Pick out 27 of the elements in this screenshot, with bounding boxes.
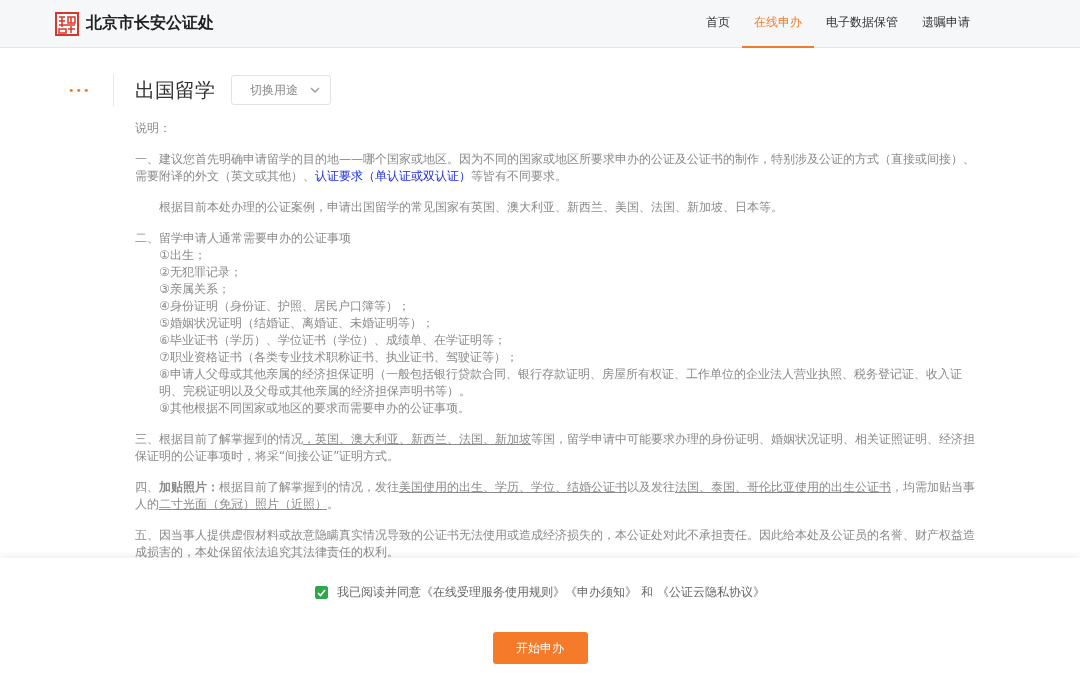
page-title: 出国留学 (135, 76, 215, 104)
list-item: ⑨其他根据不同国家或地区的要求而需要申办的公证事项。 (158, 400, 471, 417)
note-paragraph: 根据目前本处办理的公证案例，申请出国留学的常见国家有英国、澳大利亚、新西兰、美国、法国、新加坡、日本等。 (158, 199, 784, 216)
switch-purpose-dropdown[interactable]: 切换用途 (231, 75, 331, 105)
nav-tab[interactable]: 遗嘱申请 (910, 0, 982, 48)
site-title: 北京市长安公证处 (86, 13, 214, 34)
agree-checkbox[interactable] (315, 586, 329, 599)
list-item: ①出生； (158, 247, 207, 264)
chevron-down-icon (310, 87, 320, 93)
list-item: ⑧申请人父母或其他亲属的经济担保证明（一般包括银行贷款合同、银行存款证明、房屋所有权证、工作单位的企业法人营业执照、税务登记证、收入证明、完税证明以及父母或其他亲属的经济担保声明书等）。 (158, 366, 963, 400)
list-item: ④身份证明（身份证、护照、居民户口簿等）； (158, 298, 411, 315)
list-item: ③亲属关系； (158, 281, 231, 298)
seal-logo-icon (55, 11, 79, 36)
list-item: ②无犯罪记录； (158, 264, 243, 281)
list-item: ⑥毕业证书（学历）、学位证书（学位）、成绩单、在学证明等； (158, 332, 507, 349)
note-paragraph: 五、因当事人提供虚假材料或故意隐瞒真实情况导致的公证书无法使用或造成经济损失的，本公证处对此不承担责任。因此给本处及公证员的名誉、财产权益造成损害的，本处保留依法追究其法律责任的权利。 (135, 527, 976, 561)
list-heading: 二、留学申请人通常需要申办的公证事项 (135, 230, 352, 247)
note-paragraph: 四、加贴照片：根据目前了解掌握到的情况，发往美国使用的出生、学历、学位、结婚公证书以及发往法国、泰国、哥伦比亚使用的出生公证书，均需加贴当事人的二寸光面（免冠）照片（近照）。 (135, 479, 976, 513)
list-item: ⑦职业资格证书（各类专业技术职称证书、执业证书、驾驶证等）； (158, 349, 519, 366)
list-item: ⑤婚姻状况证明（结婚证、离婚证、未婚证明等）； (158, 315, 435, 332)
agreement-text: 我已阅读并同意《在线受理服务使用规则》《申办须知》 和 《公证云隐私协议》 (337, 584, 765, 601)
requirement-link[interactable]: 认证要求（单认证或双认证） (315, 169, 471, 183)
note-paragraph: 说明： (135, 120, 172, 137)
note-paragraph: 三、根据目前了解掌握到的情况，英国、澳大利亚、新西兰、法国、新加坡等国，留学申请中可能要求办理的身份证明、婚姻状况证明、相关证照证明、经济担保证明的公证事项时，将采“间接公证”证明方式。 (135, 431, 976, 465)
nav-tab[interactable]: 首页 (694, 0, 742, 48)
note-paragraph: 一、建议您首先明确申请留学的目的地——哪个国家或地区。因为不同的国家或地区所要求申办的公证及公证书的制作，特别涉及公证的方式（直接或间接）、需要附译的外文（英文或其他）、认证要求（单认证或双认证）等皆有不同要求。 (135, 151, 976, 185)
nav-tab[interactable]: 电子数据保管 (814, 0, 910, 48)
